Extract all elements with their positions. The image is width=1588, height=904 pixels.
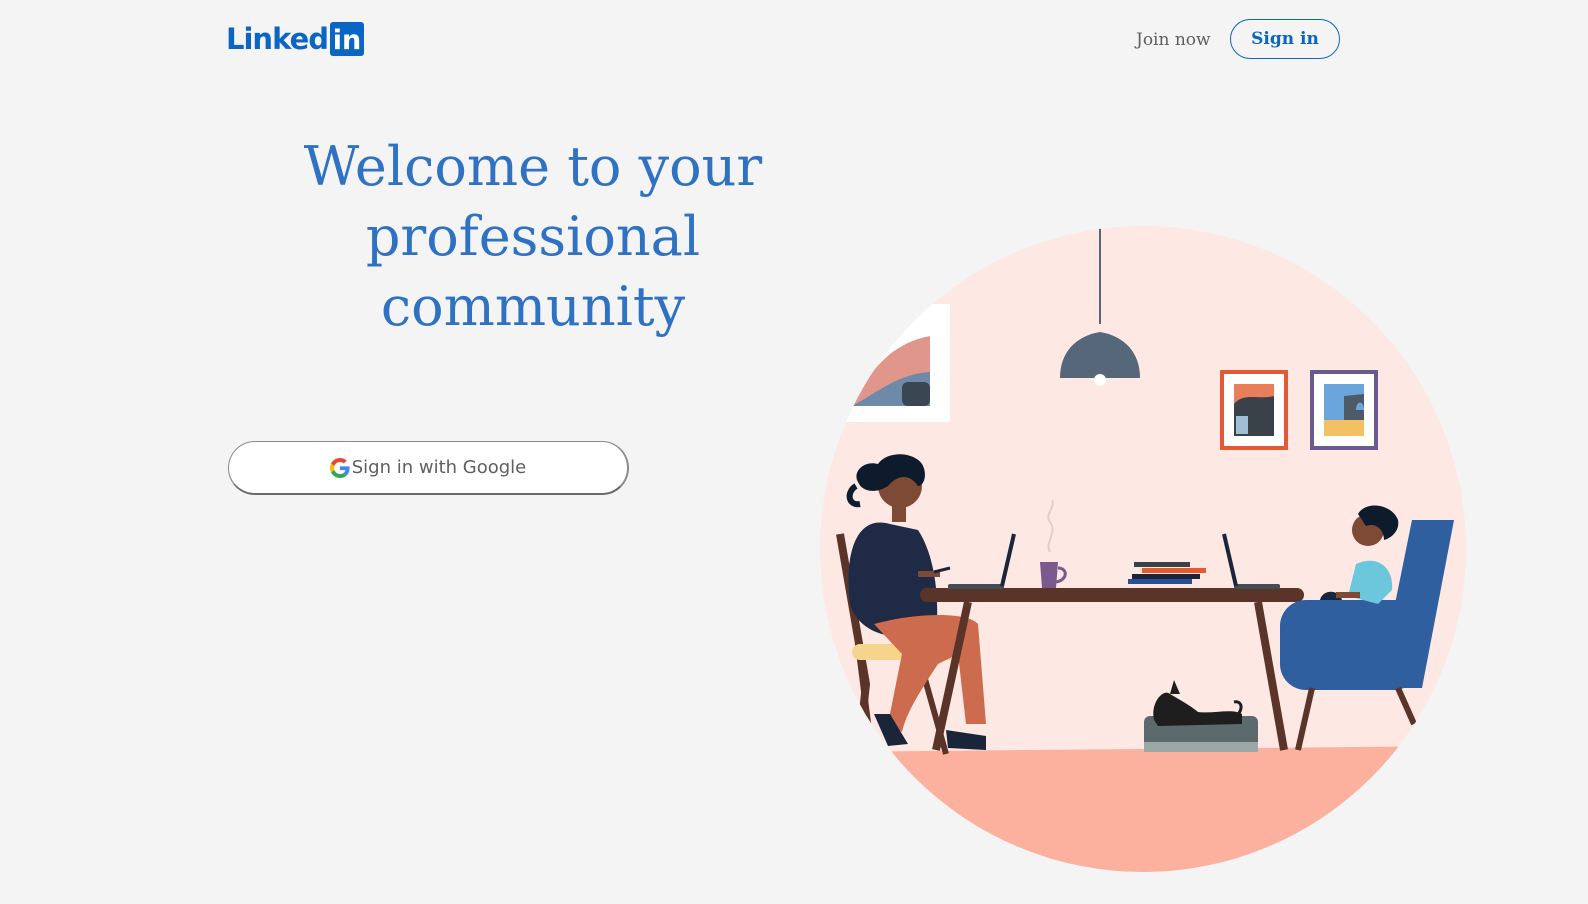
join-now-link[interactable]: Join now (1136, 28, 1211, 52)
wall-art-left (838, 304, 950, 422)
google-g-icon (329, 457, 350, 478)
wall-frame-orange (1220, 370, 1288, 450)
linkedin-welcome-page: Linked in Join now Sign in Welcome to yo… (0, 0, 1568, 893)
sign-in-with-google-button[interactable]: Sign in with Google (228, 441, 629, 495)
logo-wordmark: Linked (226, 22, 329, 56)
google-button-label: Sign in with Google (351, 457, 527, 478)
wall-frame-purple (1310, 370, 1378, 450)
people-working-illustration (820, 226, 1466, 872)
linkedin-logo[interactable]: Linked in (226, 22, 364, 56)
logo-in-box: in (330, 22, 364, 56)
hero-headline: Welcome to your professional community (303, 135, 763, 338)
sign-in-button[interactable]: Sign in (1230, 19, 1340, 59)
